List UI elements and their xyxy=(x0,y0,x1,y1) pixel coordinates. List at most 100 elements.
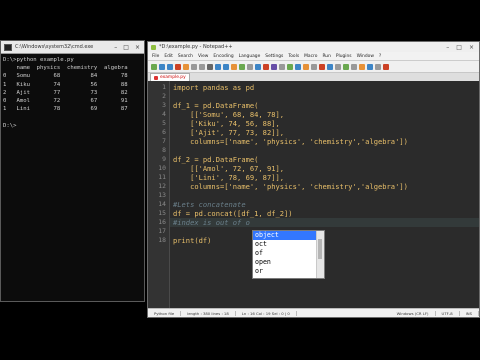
code-line[interactable]: df_2 = pd.DataFrame( xyxy=(173,155,258,164)
minimize-icon[interactable]: – xyxy=(446,44,449,51)
code-line[interactable]: columns=['name', 'physics', 'chemistry',… xyxy=(173,137,408,146)
menu-item-macro[interactable]: Macro xyxy=(304,54,317,59)
code-editor[interactable]: 1 2 3 4 5 6 7 8 9 10 11 12 13 14 15 16 17 18 import panda… xyxy=(148,81,479,309)
menu-item-search[interactable]: Search xyxy=(178,54,193,59)
line-number: 5 xyxy=(162,119,166,127)
toolbar-button-icon[interactable] xyxy=(159,63,165,70)
toolbar-button-icon[interactable] xyxy=(367,63,373,70)
code-line[interactable]: df = pd.concat([df_1, df_2]) xyxy=(173,209,293,218)
tab-label: example.py xyxy=(160,75,186,80)
line-number: 7 xyxy=(162,137,166,145)
autocomplete-item[interactable]: oct xyxy=(253,240,317,249)
toolbar xyxy=(148,61,479,73)
toolbar-button-icon[interactable] xyxy=(359,63,365,70)
code-line[interactable]: ['Kiku', 74, 56, 88], xyxy=(173,119,280,128)
status-field: Ln : 16 Col : 19 Sel : 0 | 0 xyxy=(236,310,297,316)
toolbar-button-icon[interactable] xyxy=(271,63,277,70)
close-icon[interactable]: × xyxy=(469,44,474,51)
line-number: 12 xyxy=(158,182,166,190)
menu-item-settings[interactable]: Settings xyxy=(265,54,283,59)
autocomplete-item[interactable]: open xyxy=(253,258,317,267)
line-number-gutter: 1 2 3 4 5 6 7 8 9 10 11 12 13 14 15 16 17 18 xyxy=(148,81,170,309)
notepadpp-window[interactable]: *D:\example.py - Notepad++ – □ × File Edi… xyxy=(147,41,480,318)
menu-item-plugins[interactable]: Plugins xyxy=(336,54,352,59)
menu-item-edit[interactable]: Edit xyxy=(164,54,173,59)
cmd-icon xyxy=(4,43,12,51)
toolbar-button-icon[interactable] xyxy=(223,63,229,70)
code-line[interactable]: import pandas as pd xyxy=(173,83,254,92)
close-icon[interactable]: × xyxy=(135,44,140,51)
code-line[interactable]: [['Amol', 72, 67, 91], xyxy=(173,164,284,173)
toolbar-button-icon[interactable] xyxy=(207,63,213,70)
menu-bar: File Edit Search View Encoding Language Settin… xyxy=(148,52,479,61)
menu-item-[interactable]: ? xyxy=(379,54,381,59)
autocomplete-item[interactable]: object xyxy=(253,231,317,240)
toolbar-button-icon[interactable] xyxy=(383,63,389,70)
code-line[interactable]: #index is out of o xyxy=(173,218,250,227)
toolbar-button-icon[interactable] xyxy=(311,63,317,70)
autocomplete-scrollbar[interactable] xyxy=(316,231,324,278)
toolbar-button-icon[interactable] xyxy=(335,63,341,70)
toolbar-button-icon[interactable] xyxy=(343,63,349,70)
npp-titlebar[interactable]: *D:\example.py - Notepad++ – □ × xyxy=(148,42,479,52)
code-line[interactable]: columns=['name', 'physics', 'chemistry',… xyxy=(173,182,408,191)
unsaved-file-icon xyxy=(154,75,158,80)
toolbar-button-icon[interactable] xyxy=(151,63,157,70)
line-number: 11 xyxy=(158,173,166,181)
toolbar-button-icon[interactable] xyxy=(375,63,381,70)
toolbar-button-icon[interactable] xyxy=(287,63,293,70)
toolbar-button-icon[interactable] xyxy=(239,63,245,70)
autocomplete-item[interactable]: of xyxy=(253,249,317,258)
autocomplete-item[interactable]: or xyxy=(253,267,317,276)
line-number: 2 xyxy=(162,92,166,100)
status-field: INS xyxy=(460,310,479,316)
toolbar-button-icon[interactable] xyxy=(351,63,357,70)
toolbar-button-icon[interactable] xyxy=(279,63,285,70)
toolbar-button-icon[interactable] xyxy=(255,63,261,70)
toolbar-button-icon[interactable] xyxy=(303,63,309,70)
toolbar-button-icon[interactable] xyxy=(247,63,253,70)
console-output: D:\>python example.py name physics chemi… xyxy=(3,57,128,129)
toolbar-button-icon[interactable] xyxy=(295,63,301,70)
toolbar-button-icon[interactable] xyxy=(263,63,269,70)
status-bar: Python file length : 380 lines : 18 Ln : 1… xyxy=(148,308,479,317)
toolbar-button-icon[interactable] xyxy=(327,63,333,70)
console-title: C:\Windows\system32\cmd.exe xyxy=(15,44,94,50)
tab-example-py[interactable]: example.py xyxy=(150,73,190,81)
console-titlebar[interactable]: C:\Windows\system32\cmd.exe – □ × xyxy=(1,41,144,54)
toolbar-button-icon[interactable] xyxy=(167,63,173,70)
toolbar-button-icon[interactable] xyxy=(231,63,237,70)
menu-item-run[interactable]: Run xyxy=(322,54,330,59)
toolbar-button-icon[interactable] xyxy=(199,63,205,70)
code-line[interactable]: #Lets concatenate xyxy=(173,200,246,209)
minimize-icon[interactable]: – xyxy=(114,44,117,51)
line-number: 9 xyxy=(162,155,166,163)
line-number: 6 xyxy=(162,128,166,136)
autocomplete-popup[interactable]: object oct of open or xyxy=(252,230,325,279)
code-line[interactable]: ['Lini', 78, 69, 87]], xyxy=(173,173,284,182)
menu-item-encoding[interactable]: Encoding xyxy=(213,54,233,59)
maximize-icon[interactable]: □ xyxy=(123,44,129,51)
code-line[interactable]: print(df) xyxy=(173,236,211,245)
code-line[interactable]: [['Somu', 68, 84, 78], xyxy=(173,110,284,119)
notepadpp-logo-icon xyxy=(151,44,156,50)
line-number: 17 xyxy=(158,227,166,235)
console-window[interactable]: C:\Windows\system32\cmd.exe – □ × D:\>py… xyxy=(0,40,145,302)
code-line[interactable]: df_1 = pd.DataFrame( xyxy=(173,101,258,110)
menu-item-language[interactable]: Language xyxy=(239,54,261,59)
menu-item-window[interactable]: Window xyxy=(357,54,374,59)
menu-item-tools[interactable]: Tools xyxy=(288,54,299,59)
menu-item-view[interactable]: View xyxy=(198,54,208,59)
line-number: 13 xyxy=(158,191,166,199)
maximize-icon[interactable]: □ xyxy=(456,44,462,51)
line-number: 4 xyxy=(162,110,166,118)
status-field: Windows (CR LF) xyxy=(391,310,436,316)
menu-item-file[interactable]: File xyxy=(152,54,159,59)
toolbar-button-icon[interactable] xyxy=(175,63,181,70)
toolbar-button-icon[interactable] xyxy=(191,63,197,70)
code-line[interactable]: ['Ajit', 77, 73, 82]], xyxy=(173,128,284,137)
toolbar-button-icon[interactable] xyxy=(183,63,189,70)
toolbar-button-icon[interactable] xyxy=(319,63,325,70)
line-number: 8 xyxy=(162,146,166,154)
toolbar-button-icon[interactable] xyxy=(215,63,221,70)
